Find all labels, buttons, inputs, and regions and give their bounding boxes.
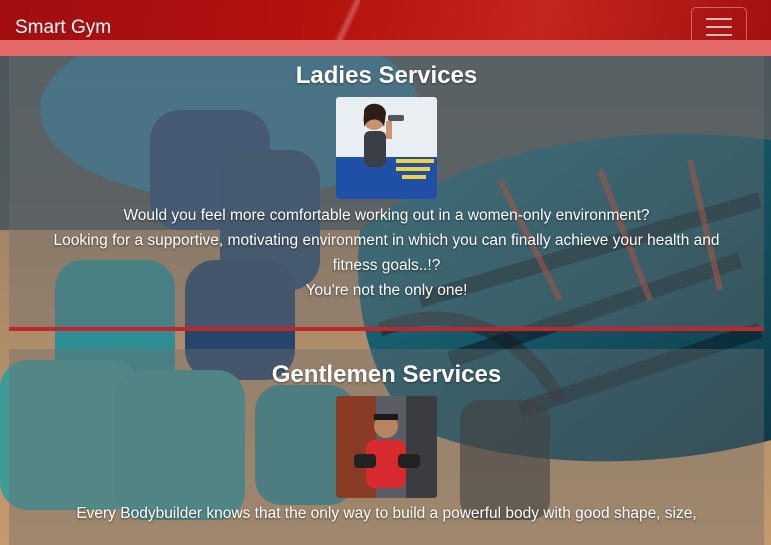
gentlemen-services-title: Gentlemen Services [271,361,502,388]
ladies-services-text: Would you feel more comfortable working … [9,203,764,303]
ladies-line-2: Looking for a supportive, motivating env… [53,232,720,274]
brand-link[interactable]: Smart Gym [15,17,111,39]
ladies-services-image [336,97,437,199]
gentlemen-services-image [336,396,437,498]
gentlemen-services-text: Every Bodybuilder knows that the only wa… [9,501,764,526]
ladies-services-title: Ladies Services [295,62,478,89]
ladies-line-1: Would you feel more comfortable working … [123,207,650,224]
hamburger-menu-icon [706,18,732,20]
ladies-services-section: Ladies Services Would you feel more comf… [9,56,764,331]
gents-line-1: Every Bodybuilder knows that the only wa… [76,505,697,522]
navbar-underline [0,40,771,56]
gentlemen-services-section: Gentlemen Services Every Bodybuilder kno… [9,349,764,545]
ladies-line-3: You're not the only one! [305,282,468,299]
